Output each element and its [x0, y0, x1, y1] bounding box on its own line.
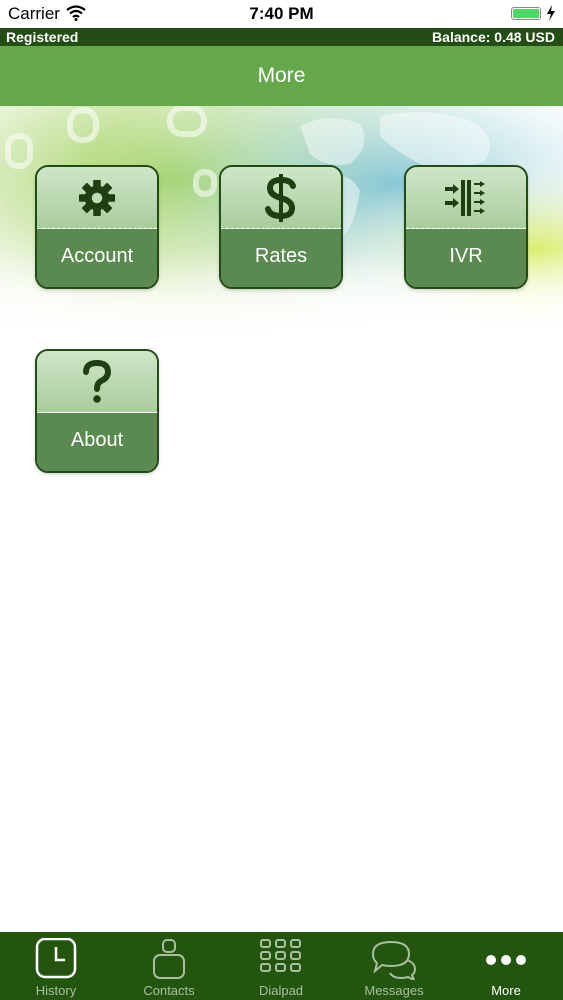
- ivr-icon: [445, 179, 485, 216]
- ivr-label: IVR: [449, 244, 483, 267]
- rates-tile-icon-area: [221, 167, 341, 228]
- battery-icon: [511, 7, 541, 20]
- charging-icon: [547, 5, 555, 21]
- account-tile-icon-area: [37, 167, 157, 228]
- tab-dialpad-label: Dialpad: [258, 983, 304, 998]
- registration-status: Registered: [6, 29, 79, 45]
- ivr-tile-icon-area: [406, 167, 526, 228]
- clock: 7:40 PM: [249, 4, 314, 23]
- account-label: Account: [60, 244, 134, 267]
- nav-bar: More: [0, 46, 563, 106]
- tab-contacts-label: Contacts: [143, 983, 195, 998]
- tab-more-label: More: [491, 983, 521, 998]
- rates-tile-label-area: Rates: [221, 229, 341, 287]
- about-tile[interactable]: About: [35, 349, 159, 473]
- dollar-icon: [265, 173, 296, 222]
- about-label: About: [70, 428, 124, 451]
- rates-tile[interactable]: Rates: [219, 165, 343, 289]
- registration-bar: Registered Balance: 0.48 USD: [0, 28, 563, 46]
- tab-bar: History Contacts Dialpad Messages More: [0, 932, 563, 1000]
- more-dots-icon: [486, 955, 526, 965]
- chat-bubbles-icon: [371, 940, 417, 980]
- tab-messages-label: Messages: [364, 983, 424, 998]
- rates-label: Rates: [254, 244, 308, 267]
- account-tile[interactable]: Account: [35, 165, 159, 289]
- about-tile-icon-area: [37, 351, 157, 412]
- ivr-tile[interactable]: IVR: [404, 165, 528, 289]
- dialpad-icon: [260, 939, 301, 972]
- contact-icon: [153, 939, 185, 979]
- clock-icon: [35, 938, 77, 979]
- page-title: More: [257, 64, 306, 87]
- question-mark-icon: [83, 359, 112, 403]
- tab-dialpad[interactable]: Dialpad: [225, 932, 337, 1000]
- account-tile-label-area: Account: [37, 229, 157, 287]
- tab-contacts[interactable]: Contacts: [113, 932, 225, 1000]
- tab-history[interactable]: History: [0, 932, 112, 1000]
- balance-label: Balance: 0.48 USD: [432, 29, 555, 45]
- tab-history-label: History: [35, 983, 77, 998]
- status-bar: Carrier 7:40 PM: [0, 0, 563, 28]
- about-tile-label-area: About: [37, 413, 157, 471]
- ivr-tile-label-area: IVR: [406, 229, 526, 287]
- tab-more[interactable]: More: [450, 932, 562, 1000]
- gear-icon: [78, 179, 116, 216]
- tab-messages[interactable]: Messages: [338, 932, 450, 1000]
